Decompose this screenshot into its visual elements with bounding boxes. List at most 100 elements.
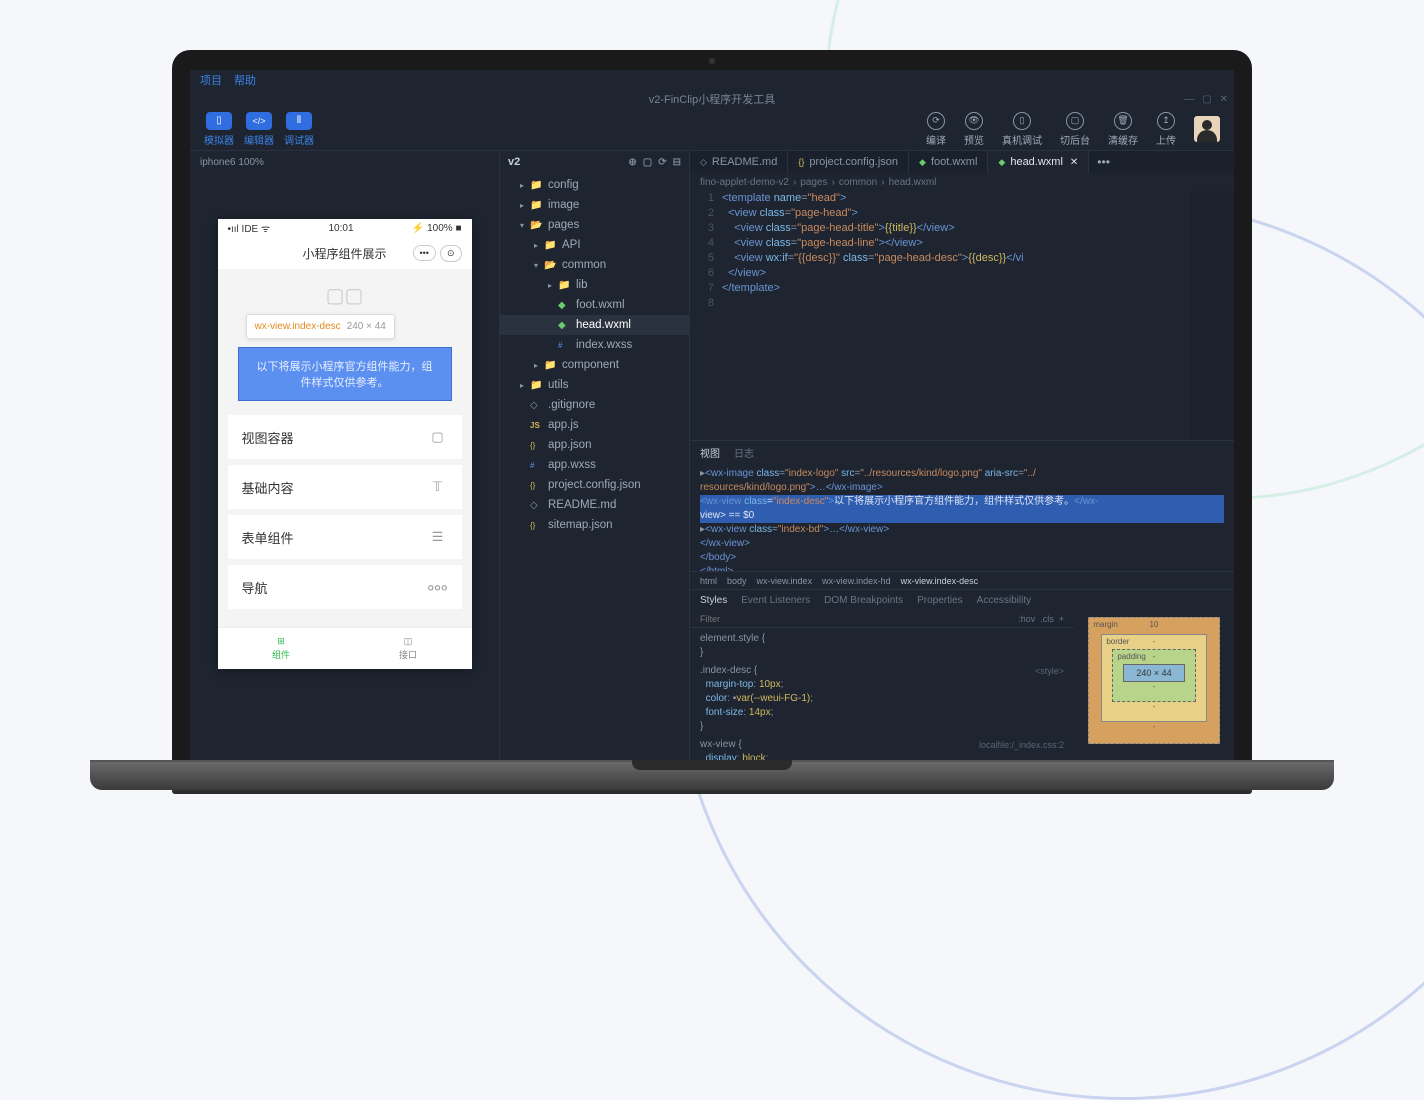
file-foot-wxml[interactable]: ◆foot.wxml: [500, 295, 689, 315]
breadcrumb: fino-applet-demo-v2› pages› common› head…: [690, 173, 1234, 191]
folder-api[interactable]: ▸📁API: [500, 235, 689, 255]
file-app-json[interactable]: {}app.json: [500, 435, 689, 455]
debug-icon: ⫴: [297, 115, 301, 126]
box-model-diagram: margin 10 border - padding - 240 × 4: [1074, 590, 1234, 770]
preview-button[interactable]: 👁预览: [964, 112, 984, 147]
phone-tabbar: ⊞ 组件 ◫ 接口: [218, 627, 472, 669]
folder-image[interactable]: ▸📁image: [500, 195, 689, 215]
collapse-icon[interactable]: ⊟: [673, 157, 681, 168]
properties-tab[interactable]: Properties: [917, 595, 963, 606]
background-button[interactable]: ▢切后台: [1060, 112, 1090, 147]
folder-utils[interactable]: ▸📁utils: [500, 375, 689, 395]
hov-toggle[interactable]: :hov: [1018, 614, 1035, 624]
more-icon: ०००: [428, 577, 448, 597]
new-file-icon[interactable]: ⊕: [628, 157, 636, 168]
mode-simulator[interactable]: ▯ 模拟器: [204, 112, 234, 147]
grid-icon: ⊞: [277, 636, 285, 647]
list-icon: ☰: [428, 527, 448, 547]
card-view-container[interactable]: 视图容器 ▢: [228, 415, 462, 459]
titlebar: v2-FinClip小程序开发工具 — ▢ ✕: [190, 90, 1234, 108]
file-gitignore[interactable]: ◇.gitignore: [500, 395, 689, 415]
remote-debug-button[interactable]: ▯真机调试: [1002, 112, 1042, 147]
maximize-icon[interactable]: ▢: [1202, 94, 1211, 105]
minimize-icon[interactable]: —: [1184, 94, 1194, 105]
minimap[interactable]: [1190, 191, 1234, 440]
new-folder-icon[interactable]: ▢: [643, 157, 652, 168]
phone-icon: ▯: [216, 115, 222, 126]
capsule-menu-icon[interactable]: •••: [413, 245, 436, 261]
tab-overflow-icon[interactable]: •••: [1089, 155, 1118, 169]
add-style-icon[interactable]: +: [1059, 614, 1064, 624]
dom-breadcrumb: html body wx-view.index wx-view.index-hd…: [690, 571, 1234, 589]
phone-navbar: 小程序组件展示 ••• ⊙: [218, 237, 472, 269]
refresh-icon[interactable]: ⟳: [658, 157, 666, 168]
folder-lib[interactable]: ▸📁lib: [500, 275, 689, 295]
simulator-panel: iphone6 100% •ııl IDE ᯤ 10:01 ⚡ 100% ■ 小…: [190, 151, 500, 770]
project-root[interactable]: v2: [508, 156, 520, 168]
file-app-wxss[interactable]: #app.wxss: [500, 455, 689, 475]
devtab-inspector[interactable]: 视图: [700, 445, 720, 460]
menu-help[interactable]: 帮助: [234, 72, 256, 88]
card-basic-content[interactable]: 基础内容 𝕋: [228, 465, 462, 509]
devtab-log[interactable]: 日志: [734, 445, 754, 460]
folder-pages[interactable]: ▾📂pages: [500, 215, 689, 235]
api-icon: ◫: [404, 636, 413, 647]
devtools-panel: 视图 日志 ▸<wx-image class="index-logo" src=…: [690, 440, 1234, 770]
capsule-close-icon[interactable]: ⊙: [440, 245, 462, 262]
folder-component[interactable]: ▸📁component: [500, 355, 689, 375]
tab-close-icon[interactable]: ✕: [1070, 157, 1078, 168]
mode-editor[interactable]: </> 编辑器: [244, 112, 274, 147]
window-title: v2-FinClip小程序开发工具: [649, 91, 776, 107]
file-sitemap[interactable]: {}sitemap.json: [500, 515, 689, 535]
code-content[interactable]: <template name="head"> <view class="page…: [722, 191, 1234, 440]
code-editor[interactable]: 1234 5678 <template name="head"> <view c…: [690, 191, 1234, 440]
tab-project-config[interactable]: {}project.config.json: [788, 151, 909, 173]
phone-preview: •ııl IDE ᯤ 10:01 ⚡ 100% ■ 小程序组件展示 ••• ⊙: [218, 219, 472, 669]
dom-breakpoints-tab[interactable]: DOM Breakpoints: [824, 595, 903, 606]
styles-tab[interactable]: Styles: [700, 595, 727, 606]
file-index-wxss[interactable]: #index.wxss: [500, 335, 689, 355]
close-icon[interactable]: ✕: [1220, 94, 1228, 105]
compile-button[interactable]: ⟳编译: [926, 112, 946, 147]
device-info[interactable]: iphone6 100%: [190, 151, 499, 173]
file-project-config[interactable]: {}project.config.json: [500, 475, 689, 495]
text-icon: 𝕋: [428, 477, 448, 497]
editor-panel: ◇README.md {}project.config.json ◆foot.w…: [690, 151, 1234, 770]
tab-readme[interactable]: ◇README.md: [690, 151, 788, 173]
folder-config[interactable]: ▸📁config: [500, 175, 689, 195]
code-icon: </>: [252, 116, 265, 126]
upload-button[interactable]: ↥上传: [1156, 112, 1176, 147]
folder-common[interactable]: ▾📂common: [500, 255, 689, 275]
selected-element[interactable]: 以下将展示小程序官方组件能力，组件样式仅供参考。: [238, 347, 452, 401]
cls-toggle[interactable]: .cls: [1040, 614, 1054, 624]
editor-tabs: ◇README.md {}project.config.json ◆foot.w…: [690, 151, 1234, 173]
laptop-frame: 项目 帮助 v2-FinClip小程序开发工具 — ▢ ✕ ▯ 模拟器: [172, 50, 1252, 794]
tab-foot-wxml[interactable]: ◆foot.wxml: [909, 151, 988, 173]
ide-window: 项目 帮助 v2-FinClip小程序开发工具 — ▢ ✕ ▯ 模拟器: [190, 70, 1234, 770]
menu-project[interactable]: 项目: [200, 72, 222, 88]
file-readme[interactable]: ◇README.md: [500, 495, 689, 515]
tab-head-wxml[interactable]: ◆head.wxml✕: [988, 151, 1089, 173]
tab-components[interactable]: ⊞ 组件: [218, 628, 345, 669]
toolbar: ▯ 模拟器 </> 编辑器 ⫴ 调试器 ⟳编译: [190, 108, 1234, 150]
mode-debugger[interactable]: ⫴ 调试器: [284, 112, 314, 147]
logo-placeholder-icon: ▢▢: [326, 285, 364, 307]
styles-filter-input[interactable]: [700, 614, 800, 624]
app-title: 小程序组件展示: [302, 245, 386, 262]
inspector-tooltip: wx-view.index-desc 240 × 44: [246, 314, 395, 339]
accessibility-tab[interactable]: Accessibility: [977, 595, 1031, 606]
file-explorer: v2 ⊕ ▢ ⟳ ⊟ ▸📁config ▸📁image ▾📂pages ▸📁AP…: [500, 151, 690, 770]
clear-cache-button[interactable]: 🗑清缓存: [1108, 112, 1138, 147]
dom-tree[interactable]: ▸<wx-image class="index-logo" src="../re…: [690, 463, 1234, 571]
container-icon: ▢: [428, 427, 448, 447]
event-listeners-tab[interactable]: Event Listeners: [741, 595, 810, 606]
tab-apis[interactable]: ◫ 接口: [345, 628, 472, 669]
menubar: 项目 帮助: [190, 70, 1234, 90]
file-head-wxml[interactable]: ◆head.wxml: [500, 315, 689, 335]
styles-rules[interactable]: element.style { } <style>.index-desc { m…: [690, 628, 1074, 770]
card-form[interactable]: 表单组件 ☰: [228, 515, 462, 559]
phone-statusbar: •ııl IDE ᯤ 10:01 ⚡ 100% ■: [218, 219, 472, 237]
user-avatar[interactable]: [1194, 116, 1220, 142]
card-navigation[interactable]: 导航 ०००: [228, 565, 462, 609]
file-app-js[interactable]: JSapp.js: [500, 415, 689, 435]
